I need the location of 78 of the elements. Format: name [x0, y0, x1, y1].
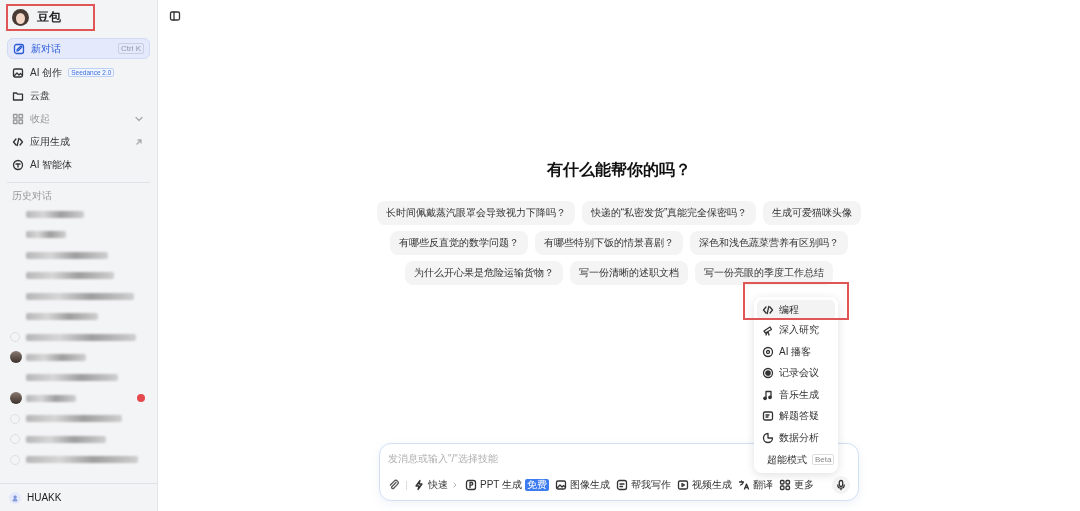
tool-button[interactable]: PPT 生成 免费	[465, 478, 550, 492]
blurred-chat-title[interactable]	[26, 231, 66, 239]
section-heading: 历史对话	[11, 189, 53, 203]
blurred-chat-title[interactable]	[26, 394, 76, 402]
mode-selector[interactable]: 快速	[413, 478, 459, 492]
blurred-chat-title[interactable]	[26, 374, 118, 382]
document-icon	[616, 479, 629, 491]
image-icon	[12, 66, 24, 79]
avatar-icon	[10, 351, 22, 364]
grid-icon	[779, 479, 792, 491]
beta-badge: Beta	[812, 454, 835, 466]
suggestion-chip[interactable]: 有哪些特别下饭的情景喜剧？	[535, 231, 683, 255]
tool-button[interactable]: 帮我写作	[616, 478, 672, 492]
nav-item[interactable]: 云盘	[7, 86, 150, 105]
play-icon	[677, 479, 690, 491]
blurred-chat-title[interactable]	[26, 210, 84, 218]
suggestion-chip[interactable]: 快递的“私密发货”真能完全保密吗？	[581, 201, 757, 225]
image-icon	[555, 479, 568, 491]
menu-item[interactable]: 音乐生成	[757, 384, 835, 405]
code-icon	[762, 304, 774, 316]
lightning-icon	[413, 479, 425, 491]
suggestion-chip[interactable]: 深色和浅色蔬菜营养有区别吗？	[690, 231, 848, 255]
tool-button[interactable]: 更多	[779, 478, 815, 492]
brand[interactable]: 豆包	[6, 4, 95, 31]
tool-button[interactable]: 图像生成	[555, 478, 611, 492]
grid-icon	[12, 112, 24, 125]
folder-icon	[12, 89, 24, 102]
chevron-right-icon	[451, 481, 459, 489]
menu-item[interactable]: 超能模式 Beta	[757, 449, 835, 470]
brand-name: 豆包	[37, 9, 61, 26]
pie-chart-icon	[762, 431, 774, 444]
suggestion-chip[interactable]: 写一份亮眼的季度工作总结	[695, 261, 833, 285]
blurred-chat-title[interactable]	[26, 313, 98, 320]
question-card-icon	[762, 410, 774, 423]
tool-button[interactable]: 翻译	[738, 478, 774, 492]
menu-item[interactable]: 解题答疑	[757, 406, 835, 427]
record-icon	[762, 367, 774, 380]
nav-item[interactable]: 新对话 Ctrl K	[7, 38, 150, 59]
sidebar-toggle-icon	[169, 10, 181, 22]
blurred-chat-title[interactable]	[26, 456, 138, 464]
user-icon	[11, 493, 19, 502]
avatar-icon	[12, 9, 29, 26]
slides-icon	[465, 479, 477, 491]
translate-icon	[738, 479, 751, 491]
podcast-icon	[762, 345, 774, 358]
shortcut-hint: Ctrl K	[118, 43, 144, 54]
blurred-chat-title[interactable]	[26, 272, 114, 280]
suggestion-chip[interactable]: 长时间佩戴蒸汽眼罩会导致视力下降吗？	[376, 201, 575, 225]
edit-icon	[13, 42, 25, 55]
nav-item[interactable]: 应用生成	[7, 132, 150, 151]
avatar-icon	[10, 392, 22, 405]
blurred-chat-title[interactable]	[26, 333, 136, 341]
attach-button[interactable]	[388, 479, 400, 491]
user-name[interactable]: HUAKK	[27, 492, 62, 503]
blurred-chat-title[interactable]	[26, 354, 86, 361]
tool-button[interactable]: 视频生成	[677, 478, 733, 492]
menu-item[interactable]: 记录会议	[757, 363, 835, 384]
blurred-chat-title[interactable]	[26, 251, 108, 259]
blurred-chat-title[interactable]	[26, 292, 134, 300]
blurred-chat-title[interactable]	[26, 415, 122, 423]
blurred-chat-title[interactable]	[26, 435, 106, 443]
suggestion-chip[interactable]: 生成可爱猫咪头像	[763, 201, 862, 225]
menu-item[interactable]: 深入研究	[757, 320, 835, 340]
microphone-button[interactable]	[832, 476, 850, 494]
suggestion-chip[interactable]: 为什么开心果是危险运输货物？	[405, 261, 563, 285]
suggestion-chip[interactable]: 有哪些反直觉的数学问题？	[390, 231, 528, 255]
suggestion-chip[interactable]: 写一份清晰的述职文档	[570, 261, 688, 285]
menu-item[interactable]: 编程	[757, 300, 835, 320]
paperclip-icon	[388, 479, 400, 491]
nav-item[interactable]: AI 智能体	[7, 155, 150, 174]
telescope-icon	[762, 324, 774, 336]
free-badge: 免费	[525, 479, 550, 491]
music-note-icon	[762, 388, 774, 401]
sidebar-toggle[interactable]	[169, 10, 181, 22]
page-title: 有什么能帮你的吗？	[547, 160, 691, 180]
microphone-icon	[835, 479, 847, 491]
menu-item[interactable]: AI 播客	[757, 341, 835, 362]
code-icon	[12, 135, 24, 148]
